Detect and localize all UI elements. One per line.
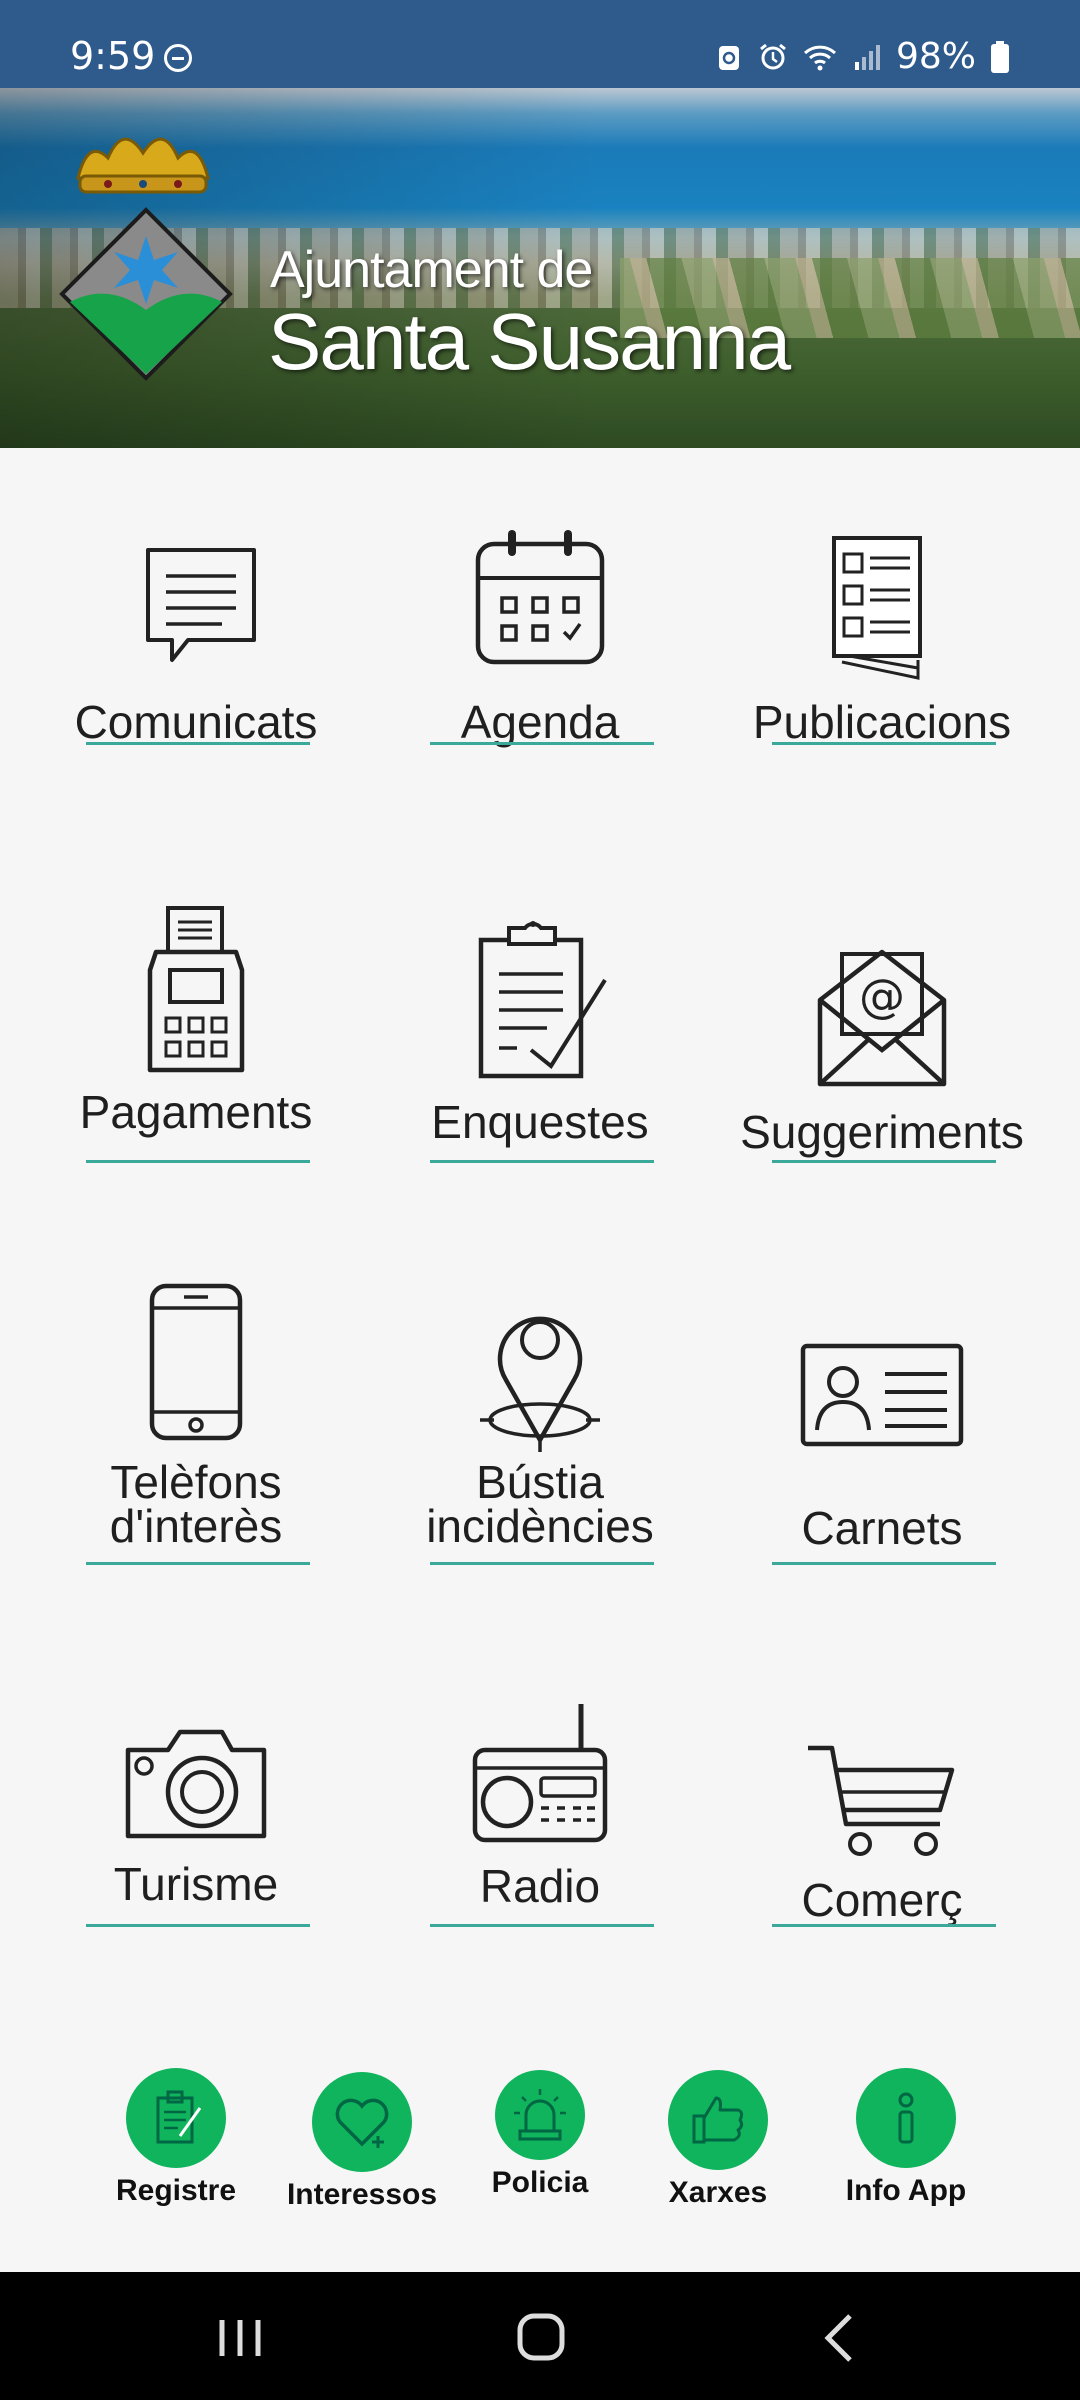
battery-percent: 98% — [895, 36, 976, 77]
tile-label: Enquestes — [431, 1096, 649, 1148]
tile-comerc[interactable]: Comerç — [732, 1740, 1032, 1927]
tile-label-line1: Telèfons — [110, 1456, 282, 1508]
calendar-icon — [475, 530, 605, 665]
tile-comunicats[interactable]: Comunicats — [46, 520, 346, 748]
thumbs-up-icon — [692, 2096, 744, 2144]
speech-bubble-icon — [146, 548, 256, 662]
quick-xarxes[interactable]: Xarxes — [618, 2070, 818, 2210]
recent-apps-icon[interactable] — [200, 2308, 280, 2368]
tile-label-line2: d'interès — [109, 1500, 283, 1552]
clock: 9:59 — [70, 34, 156, 78]
quick-label: Info App — [845, 2174, 967, 2207]
quick-interessos[interactable]: Interessos — [262, 2072, 462, 2212]
battery-icon — [991, 40, 1009, 73]
system-nav-bar — [0, 2272, 1080, 2400]
tile-label: Publicacions — [752, 696, 1012, 748]
alarm-icon — [760, 43, 786, 69]
header-title: Santa Susanna — [268, 297, 791, 386]
tile-telefons[interactable]: Telèfons d'interès — [46, 1280, 346, 1565]
tile-label: Comerç — [801, 1874, 963, 1926]
id-card-icon — [800, 1343, 964, 1447]
info-icon — [898, 2092, 914, 2144]
quick-policia[interactable]: Policia — [440, 2070, 640, 2200]
payment-terminal-icon — [147, 906, 245, 1073]
tile-label-line1: Bústia — [476, 1456, 604, 1508]
quick-label: Xarxes — [668, 2176, 768, 2209]
quick-label: Interessos — [286, 2178, 438, 2211]
tile-publicacions[interactable]: Publicacions — [732, 520, 1032, 748]
radio-icon — [472, 1704, 608, 1843]
home-icon[interactable] — [500, 2308, 580, 2368]
tile-carnets[interactable]: Carnets — [732, 1340, 1032, 1565]
tile-label: Pagaments — [79, 1086, 313, 1138]
quick-label: Registre — [115, 2174, 237, 2207]
camera-icon — [125, 1729, 267, 1839]
status-icons: 98% — [714, 36, 1010, 77]
clipboard-check-icon — [478, 921, 607, 1079]
tile-turisme[interactable]: Turisme — [46, 1720, 346, 1927]
shopping-cart-icon — [808, 1745, 955, 1856]
wifi-icon — [803, 45, 837, 70]
tile-label: Radio — [479, 1860, 601, 1912]
siren-icon — [514, 2089, 566, 2141]
status-bar: 9:59 98% — [0, 0, 1080, 88]
quick-info-app[interactable]: Info App — [806, 2068, 1006, 2208]
register-clipboard-icon — [156, 2090, 202, 2144]
tile-pagaments[interactable]: Pagaments — [46, 900, 346, 1163]
header-banner: Ajuntament de Santa Susanna — [0, 88, 1080, 448]
tile-suggeriments[interactable]: @ Suggeriments — [732, 940, 1032, 1163]
quick-registre[interactable]: Registre — [76, 2068, 276, 2208]
quick-label: Policia — [491, 2166, 589, 2199]
tile-label: Turisme — [113, 1858, 279, 1910]
document-list-icon — [832, 536, 922, 680]
tile-agenda[interactable]: Agenda — [390, 520, 690, 748]
tile-label: Comunicats — [74, 696, 318, 748]
do-not-disturb-icon — [164, 44, 192, 72]
heart-plus-icon — [335, 2098, 389, 2148]
tile-label: Suggeriments — [740, 1106, 1024, 1158]
sync-icon — [718, 45, 739, 70]
tile-enquestes[interactable]: Enquestes — [390, 910, 690, 1163]
envelope-at-icon: @ — [817, 949, 947, 1087]
tile-label-line2: incidències — [426, 1500, 654, 1552]
crown-icon — [76, 137, 210, 194]
tile-radio[interactable]: Radio — [390, 1700, 690, 1927]
tile-label: Agenda — [460, 696, 620, 748]
location-pin-icon — [480, 1316, 600, 1452]
smartphone-icon — [149, 1283, 243, 1441]
signal-icon — [854, 44, 880, 70]
coat-of-arms-icon — [59, 207, 233, 381]
tile-bustia[interactable]: Bústia incidències — [390, 1290, 690, 1565]
header-subtitle: Ajuntament de — [270, 241, 593, 299]
back-icon[interactable] — [800, 2308, 880, 2368]
tile-label: Carnets — [801, 1502, 963, 1554]
svg-text:@: @ — [859, 969, 905, 1023]
